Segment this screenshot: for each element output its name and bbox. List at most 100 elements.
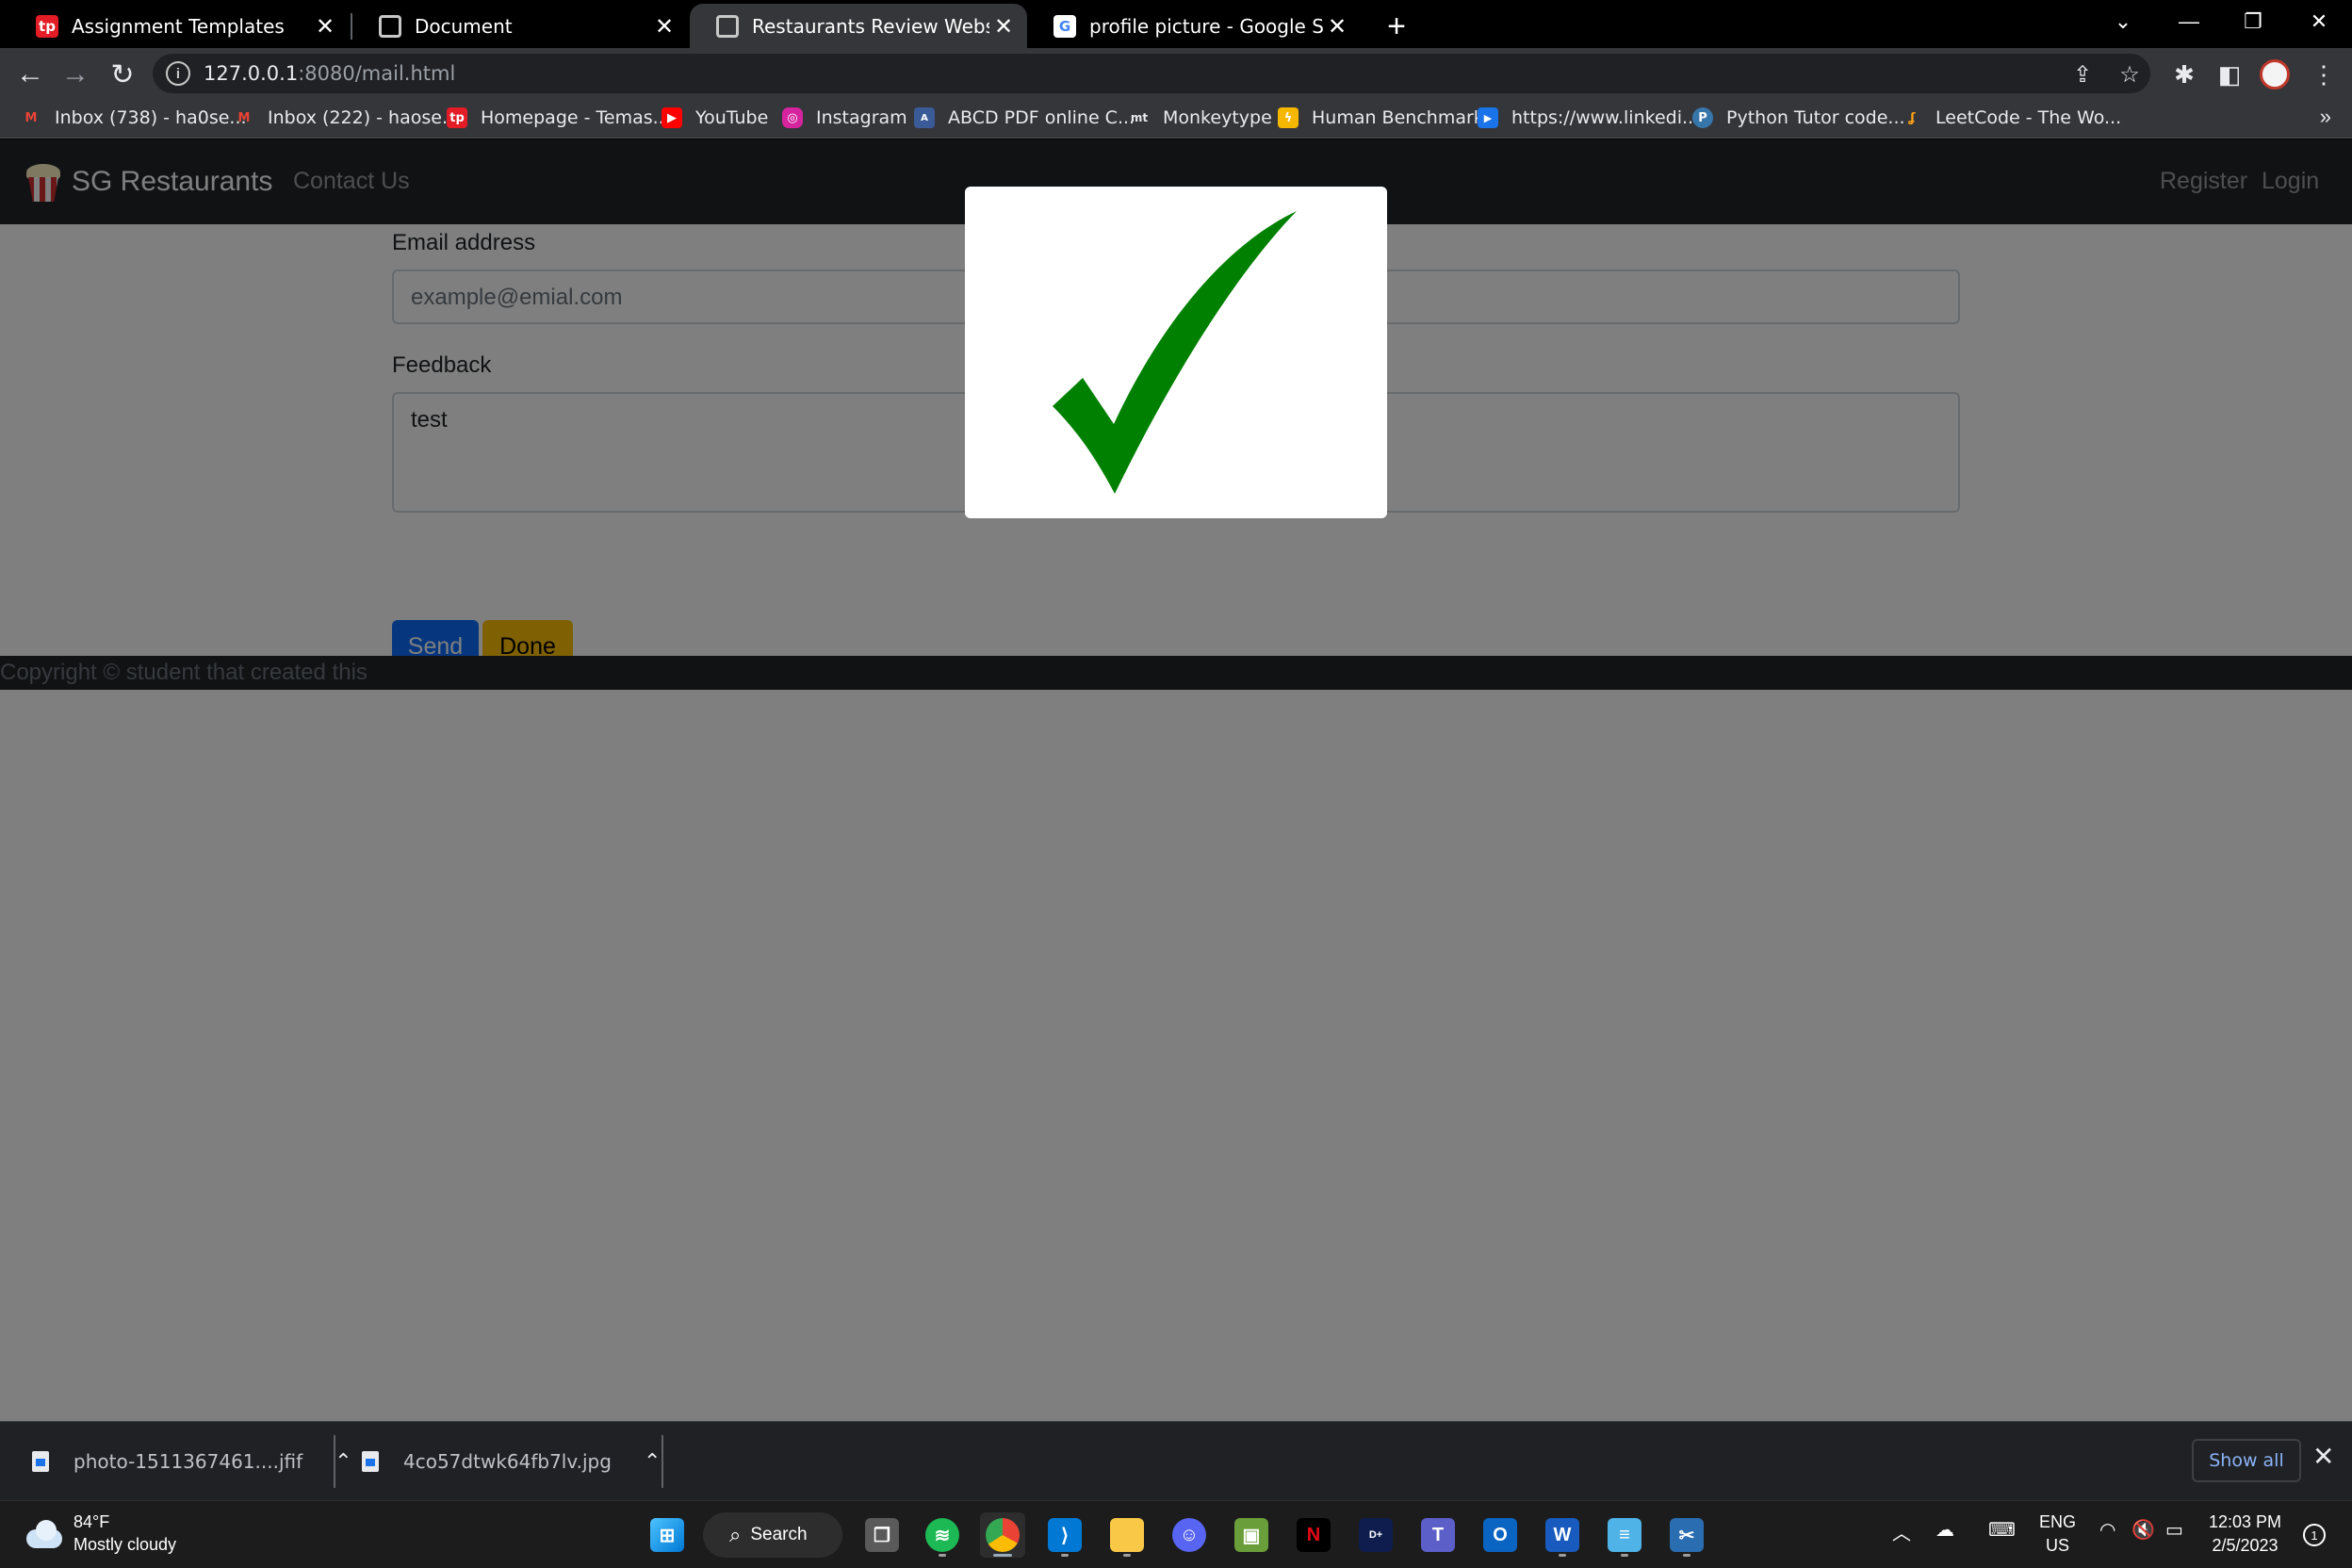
disney-plus-icon: D+ (1359, 1518, 1393, 1552)
reload-icon[interactable]: ↻ (104, 56, 141, 93)
menu-dots-icon[interactable]: ⋮ (2305, 56, 2343, 93)
back-icon[interactable]: ← (11, 56, 49, 93)
tab-document[interactable]: Document ✕ (352, 4, 688, 48)
download-filename: 4co57dtwk64fb7lv.jpg (403, 1450, 612, 1473)
mute-icon[interactable]: 🔇 (2132, 1518, 2155, 1542)
side-panel-icon[interactable]: ◧ (2211, 56, 2248, 93)
bookmark-item[interactable]: ◎ Instagram (782, 99, 907, 137)
netflix-app[interactable]: N (1291, 1512, 1336, 1558)
onedrive-icon[interactable]: ☁ (1936, 1518, 1954, 1542)
url-text: 127.0.0.1:8080/mail.html (204, 62, 455, 85)
info-icon[interactable]: i (166, 61, 190, 86)
netflix-icon: N (1297, 1518, 1331, 1552)
restore-icon[interactable]: ❐ (2220, 0, 2286, 43)
linkedin-icon: ▶ (1478, 107, 1498, 128)
bookmark-item[interactable]: mt Monkeytype (1129, 99, 1272, 137)
bookmark-label: ABCD PDF online C... (948, 107, 1135, 128)
bookmark-item[interactable]: ▶ https://www.linkedi... (1478, 99, 1699, 137)
weather-widget[interactable]: 84°F Mostly cloudy (23, 1511, 176, 1556)
task-view-button[interactable]: ❐ (859, 1512, 905, 1558)
file-explorer-app[interactable] (1104, 1512, 1150, 1558)
tp-icon: tp (447, 107, 467, 128)
download-item[interactable]: 4co57dtwk64fb7lv.jpg ⌃ (362, 1422, 661, 1501)
page-viewport: SG Restaurants Contact Us Register Login… (0, 139, 2352, 1421)
bookmark-item[interactable]: P Python Tutor code... (1692, 99, 1905, 137)
bookmark-item[interactable]: ▶ YouTube (662, 99, 768, 137)
bookmark-item[interactable]: M Inbox (222) - haose... (234, 99, 460, 137)
chrome-app[interactable] (980, 1512, 1025, 1558)
bookmark-item[interactable]: ʆ LeetCode - The Wo... (1902, 99, 2121, 137)
spotify-icon: ≋ (925, 1518, 959, 1552)
windows-taskbar: 84°F Mostly cloudy ⊞ ⌕ Search ❐ ≋ ⟩ ☺ ▣ … (0, 1500, 2352, 1568)
discord-app[interactable]: ☺ (1167, 1512, 1212, 1558)
bookmark-label: https://www.linkedi... (1511, 107, 1700, 128)
chevron-up-icon[interactable]: ⌃ (335, 1450, 351, 1474)
download-divider (334, 1435, 335, 1488)
window-close-icon[interactable]: ✕ (2286, 0, 2352, 43)
notepad-app[interactable]: ≡ (1602, 1512, 1647, 1558)
minecraft-app[interactable]: ▣ (1229, 1512, 1274, 1558)
show-all-button[interactable]: Show all (2192, 1439, 2301, 1482)
bookmark-item[interactable]: ϟ Human Benchmark (1278, 99, 1484, 137)
extensions-icon[interactable]: ✱ (2165, 56, 2203, 93)
spotify-app[interactable]: ≋ (920, 1512, 965, 1558)
gmail-icon: M (237, 110, 251, 125)
wifi-icon[interactable]: ◠ (2099, 1518, 2115, 1542)
bookmark-item[interactable]: tp Homepage - Temas... (447, 99, 670, 137)
snipping-tool-icon: ✂ (1670, 1518, 1704, 1552)
lightning-icon: ϟ (1278, 107, 1298, 128)
chevron-double-right-icon[interactable]: » (2320, 105, 2331, 129)
checkmark-icon (1053, 211, 1297, 494)
bookmark-item[interactable]: A ABCD PDF online C... (914, 99, 1135, 137)
chevron-up-icon[interactable]: ⌃ (644, 1450, 661, 1474)
close-icon[interactable]: ✕ (989, 12, 1018, 41)
language-indicator[interactable]: ENG US (2039, 1511, 2076, 1558)
cloud-icon (23, 1518, 64, 1548)
bookmark-label: Homepage - Temas... (481, 107, 670, 128)
tab-search-icon[interactable]: ⌄ (2090, 0, 2156, 43)
teams-icon: T (1421, 1518, 1455, 1552)
success-modal (965, 187, 1387, 518)
file-icon (362, 1451, 379, 1472)
bookmark-star-icon[interactable]: ☆ (2113, 57, 2147, 91)
taskbar-search[interactable]: ⌕ Search (703, 1512, 842, 1558)
tab-label: profile picture - Google Search (1089, 14, 1323, 38)
close-icon[interactable]: ✕ (650, 12, 678, 41)
tab-google-search[interactable]: G profile picture - Google Search ✕ (1027, 4, 1361, 48)
close-icon[interactable]: ✕ (1323, 12, 1351, 41)
download-filename: photo-1511367461....jfif (74, 1450, 303, 1473)
teams-app[interactable]: T (1415, 1512, 1461, 1558)
notification-badge[interactable]: 1 (2303, 1524, 2326, 1546)
close-icon[interactable]: ✕ (2312, 1441, 2334, 1472)
profile-avatar[interactable] (2260, 59, 2290, 90)
tab-restaurants-review[interactable]: Restaurants Review Website ✕ (690, 4, 1027, 48)
keyboard-icon[interactable]: ⌨ (1988, 1518, 2016, 1542)
battery-icon[interactable]: ▭ (2165, 1518, 2183, 1542)
bookmark-item[interactable]: M Inbox (738) - ha0se... (21, 99, 247, 137)
word-app[interactable]: W (1540, 1512, 1585, 1558)
bookmark-label: Instagram (816, 107, 907, 128)
minimize-icon[interactable]: — (2156, 0, 2222, 43)
tab-assignment-templates[interactable]: tp Assignment Templates ✕ (9, 4, 349, 48)
forward-icon[interactable]: → (57, 56, 94, 93)
clock[interactable]: 12:03 PM 2/5/2023 (2209, 1511, 2281, 1558)
snipping-tool-app[interactable]: ✂ (1664, 1512, 1709, 1558)
download-item[interactable]: photo-1511367461....jfif ⌃ (32, 1422, 352, 1501)
bookmark-label: Inbox (222) - haose... (268, 107, 460, 128)
windows-icon: ⊞ (650, 1518, 684, 1552)
youtube-icon: ▶ (662, 107, 682, 128)
start-button[interactable]: ⊞ (645, 1512, 690, 1558)
chevron-up-icon[interactable]: ︿ (1892, 1518, 1911, 1545)
weather-temp: 84°F (74, 1512, 110, 1531)
search-icon: ⌕ (729, 1523, 742, 1546)
address-bar[interactable]: i 127.0.0.1:8080/mail.html ⇪ ☆ (153, 54, 2150, 93)
leetcode-icon: ʆ (1908, 110, 1916, 125)
close-icon[interactable]: ✕ (311, 12, 339, 41)
share-icon[interactable]: ⇪ (2066, 57, 2099, 91)
new-tab-button[interactable]: + (1378, 8, 1415, 45)
globe-icon (379, 14, 401, 38)
vscode-app[interactable]: ⟩ (1042, 1512, 1087, 1558)
word-icon: W (1545, 1518, 1579, 1552)
outlook-app[interactable]: O (1478, 1512, 1523, 1558)
disney-plus-app[interactable]: D+ (1353, 1512, 1398, 1558)
